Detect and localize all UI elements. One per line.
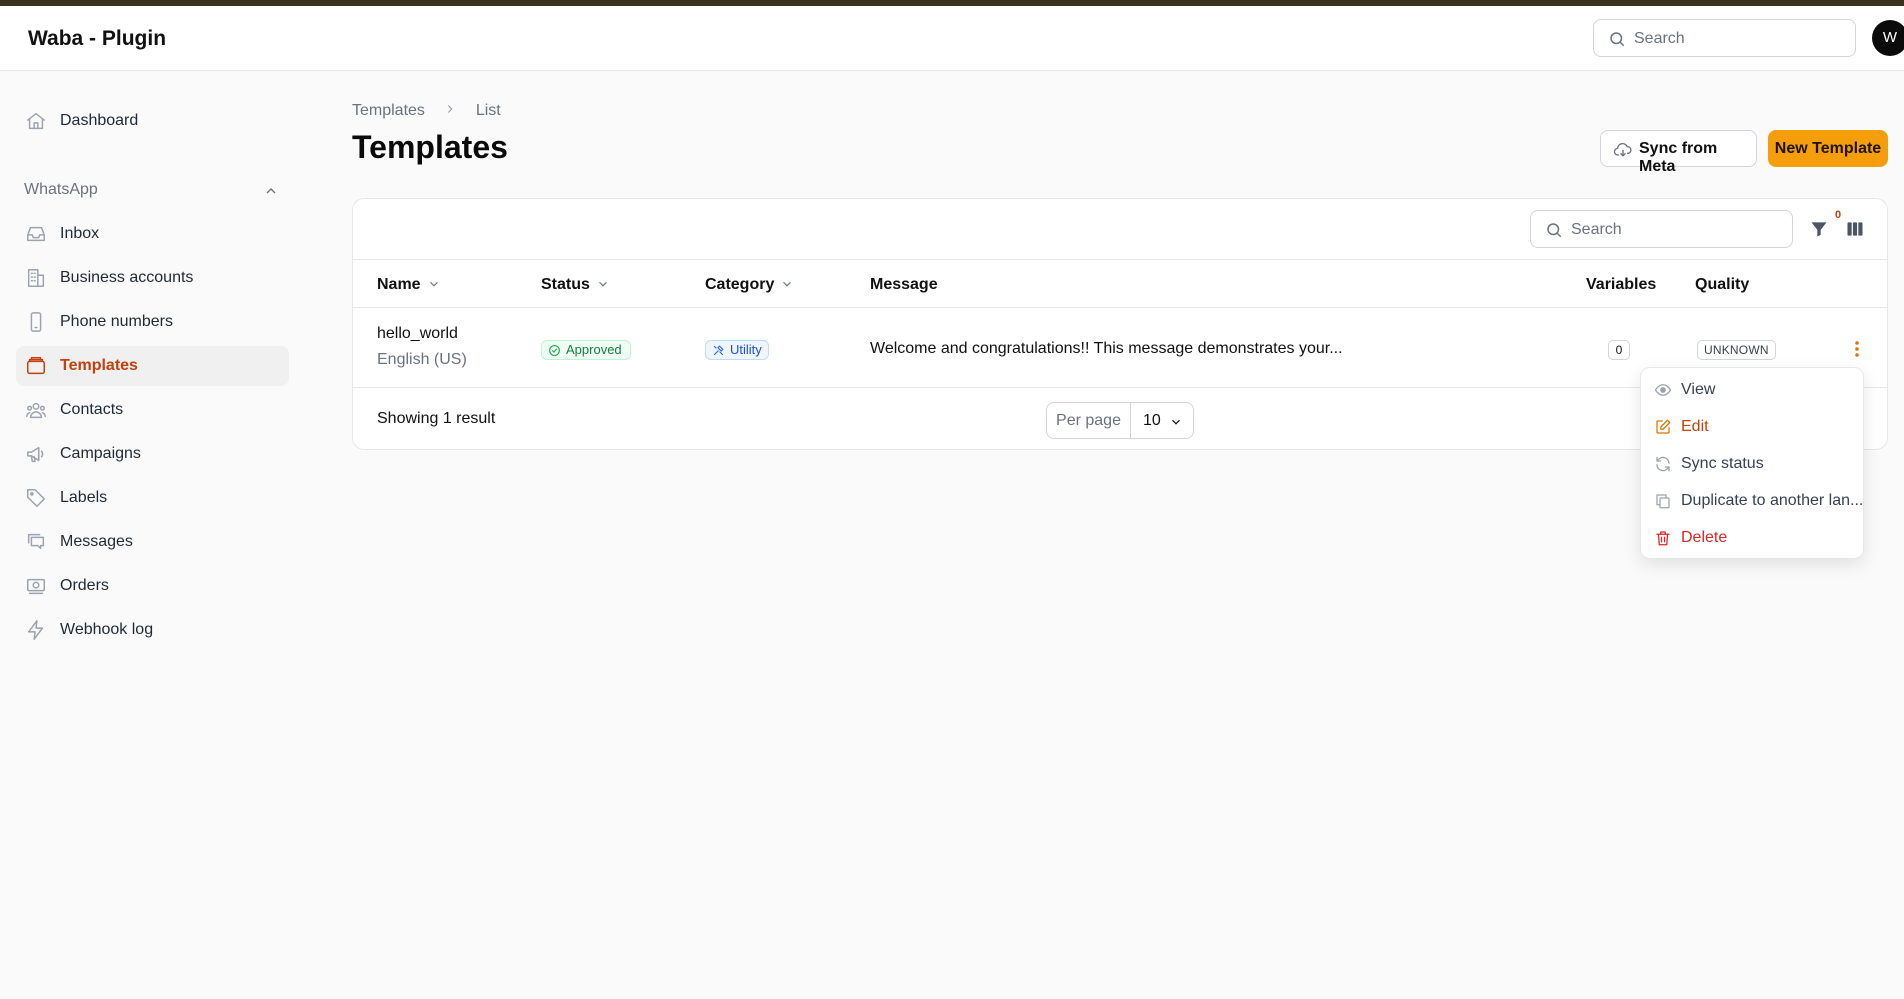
results-count: Showing 1 result bbox=[377, 410, 496, 427]
breadcrumb: Templates List bbox=[352, 102, 501, 120]
check-circle-icon bbox=[549, 345, 560, 356]
per-page-value: 10 bbox=[1143, 412, 1161, 429]
template-message: Welcome and congratulations!! This messa… bbox=[870, 340, 1343, 357]
sidebar-item-campaigns[interactable]: Campaigns bbox=[16, 434, 289, 474]
per-page-label: Per page bbox=[1047, 403, 1131, 438]
sidebar-item-labels[interactable]: Labels bbox=[16, 478, 289, 518]
orders-icon bbox=[27, 578, 45, 595]
table-header: Name Status Category Message Variables Q… bbox=[353, 259, 1887, 308]
new-template-button[interactable]: New Template bbox=[1768, 130, 1888, 167]
menu-item-view[interactable]: View bbox=[1641, 371, 1865, 407]
template-language: English (US) bbox=[377, 351, 467, 368]
breadcrumb-current: List bbox=[475, 102, 501, 119]
sidebar-item-business-accounts[interactable]: Business accounts bbox=[16, 258, 289, 298]
chevron-right-icon bbox=[448, 105, 453, 113]
menu-item-edit[interactable]: Edit bbox=[1641, 408, 1865, 444]
column-status[interactable]: Status bbox=[541, 276, 610, 294]
edit-icon bbox=[1656, 419, 1671, 434]
sidebar-item-dashboard[interactable]: Dashboard bbox=[16, 101, 289, 141]
sidebar-item-webhook-log[interactable]: Webhook log bbox=[16, 610, 289, 650]
column-variables: Variables bbox=[1586, 276, 1657, 293]
menu-item-duplicate[interactable]: Duplicate to another lan... bbox=[1641, 482, 1865, 518]
phone-icon bbox=[30, 312, 42, 332]
column-quality: Quality bbox=[1695, 276, 1750, 293]
app-title[interactable]: Waba - Plugin bbox=[28, 27, 166, 51]
breadcrumb-parent[interactable]: Templates bbox=[352, 102, 425, 119]
trash-icon bbox=[1656, 531, 1670, 546]
menu-item-delete[interactable]: Delete bbox=[1641, 519, 1865, 555]
sidebar-item-label: Labels bbox=[60, 489, 108, 506]
messages-icon bbox=[27, 533, 45, 550]
page-title: Templates bbox=[352, 129, 508, 165]
chevron-down-icon bbox=[1172, 419, 1180, 425]
table-search-input[interactable]: Search bbox=[1530, 210, 1793, 248]
refresh-icon bbox=[1656, 456, 1670, 472]
search-icon bbox=[1547, 223, 1562, 238]
category-badge: Utility bbox=[705, 340, 769, 360]
menu-item-sync-status[interactable]: Sync status bbox=[1641, 445, 1865, 481]
sidebar-item-label: Business accounts bbox=[60, 269, 194, 286]
sidebar: Dashboard WhatsApp Inbox Business accoun… bbox=[0, 71, 300, 999]
sync-from-meta-button[interactable]: Sync from Meta bbox=[1600, 130, 1757, 175]
sidebar-item-templates[interactable]: Templates bbox=[16, 346, 289, 386]
sidebar-item-label: Contacts bbox=[60, 401, 124, 418]
filter-icon[interactable] bbox=[1809, 219, 1829, 239]
sidebar-item-label: Orders bbox=[60, 577, 109, 594]
column-name[interactable]: Name bbox=[377, 276, 441, 294]
home-icon bbox=[27, 112, 45, 130]
sidebar-item-orders[interactable]: Orders bbox=[16, 566, 289, 606]
sidebar-item-messages[interactable]: Messages bbox=[16, 522, 289, 562]
template-name: hello_world bbox=[377, 325, 458, 342]
copy-icon bbox=[1656, 494, 1670, 509]
tools-icon bbox=[713, 345, 724, 356]
sidebar-item-label: Dashboard bbox=[60, 112, 139, 129]
chevron-up-icon[interactable] bbox=[263, 183, 279, 199]
sidebar-item-label: Webhook log bbox=[60, 621, 154, 638]
sidebar-item-phone-numbers[interactable]: Phone numbers bbox=[16, 302, 289, 342]
filter-count-badge: 0 bbox=[1834, 209, 1842, 221]
template-icon bbox=[27, 357, 45, 375]
sidebar-item-contacts[interactable]: Contacts bbox=[16, 390, 289, 430]
column-category[interactable]: Category bbox=[705, 276, 794, 294]
global-search-input[interactable]: Search bbox=[1593, 19, 1856, 57]
more-vertical-icon[interactable] bbox=[1850, 338, 1864, 360]
global-search-placeholder: Search bbox=[1634, 30, 1685, 47]
variables-badge: 0 bbox=[1608, 340, 1630, 360]
inbox-icon bbox=[27, 226, 45, 242]
sidebar-group-whatsapp[interactable]: WhatsApp bbox=[24, 181, 98, 199]
megaphone-icon bbox=[27, 446, 44, 463]
sidebar-item-label: Campaigns bbox=[60, 445, 141, 462]
users-icon bbox=[26, 402, 46, 419]
quality-badge: UNKNOWN bbox=[1697, 340, 1776, 360]
sidebar-item-label: Phone numbers bbox=[60, 313, 173, 330]
chevron-down-icon bbox=[598, 281, 607, 287]
column-message: Message bbox=[870, 276, 938, 293]
sync-from-meta-label: Sync from Meta bbox=[1639, 140, 1718, 175]
row-actions-menu: View Edit Sync status Duplicate to anoth… bbox=[1640, 367, 1864, 559]
chevron-down-icon bbox=[429, 281, 438, 287]
chevron-down-icon bbox=[783, 281, 792, 287]
sidebar-item-label: Messages bbox=[60, 533, 133, 550]
status-badge: Approved bbox=[541, 340, 631, 360]
table-search-placeholder: Search bbox=[1571, 221, 1622, 238]
top-bar: Waba - Plugin Search W bbox=[0, 6, 1904, 71]
bolt-icon bbox=[27, 620, 44, 640]
eye-icon bbox=[1654, 384, 1672, 396]
sidebar-item-label: Inbox bbox=[60, 225, 100, 242]
avatar[interactable]: W bbox=[1872, 20, 1904, 56]
sidebar-item-label: Templates bbox=[60, 357, 138, 374]
cloud-download-icon bbox=[1613, 143, 1632, 157]
columns-icon[interactable] bbox=[1845, 219, 1865, 239]
per-page-select[interactable]: Per page 10 bbox=[1046, 402, 1194, 439]
building-icon bbox=[27, 269, 45, 287]
sidebar-item-inbox[interactable]: Inbox bbox=[16, 214, 289, 254]
search-icon bbox=[1610, 32, 1625, 47]
tag-icon bbox=[27, 489, 45, 507]
